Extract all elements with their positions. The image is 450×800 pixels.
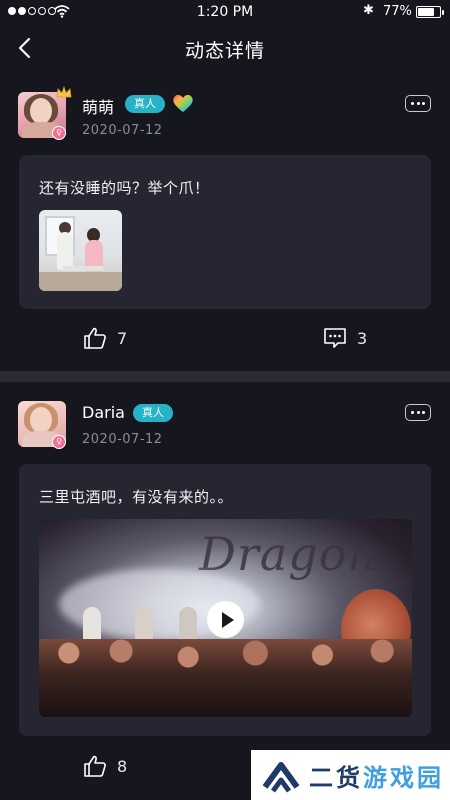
more-options-button[interactable]	[405, 404, 431, 421]
post-content-card: 三里屯酒吧，有没有来的。。 Dragon	[19, 464, 431, 736]
watermark-text-2: 游戏园	[363, 763, 444, 792]
username[interactable]: Daria	[82, 403, 125, 422]
like-button[interactable]: 8	[83, 755, 127, 777]
post-text: 三里屯酒吧，有没有来的。。	[39, 488, 234, 506]
like-count: 8	[117, 756, 128, 776]
watermark-text-1: 二货	[309, 763, 363, 792]
post-card: ♀ Daria 真人 2020-07-12 三里屯酒吧，有没有来的。。 Drag…	[0, 0, 450, 800]
play-button[interactable]	[207, 601, 244, 638]
video-backdrop-lettering: Dragon	[199, 527, 379, 581]
watermark-chevron-icon	[262, 762, 300, 793]
avatar[interactable]: ♀	[18, 401, 68, 449]
thumbs-up-icon	[84, 755, 106, 777]
post-date: 2020-07-12	[82, 432, 163, 447]
post-video[interactable]: Dragon	[39, 519, 412, 717]
female-icon: ♀	[52, 435, 66, 449]
verified-badge: 真人	[133, 404, 173, 422]
watermark-logo: 二货游戏园	[251, 750, 450, 800]
